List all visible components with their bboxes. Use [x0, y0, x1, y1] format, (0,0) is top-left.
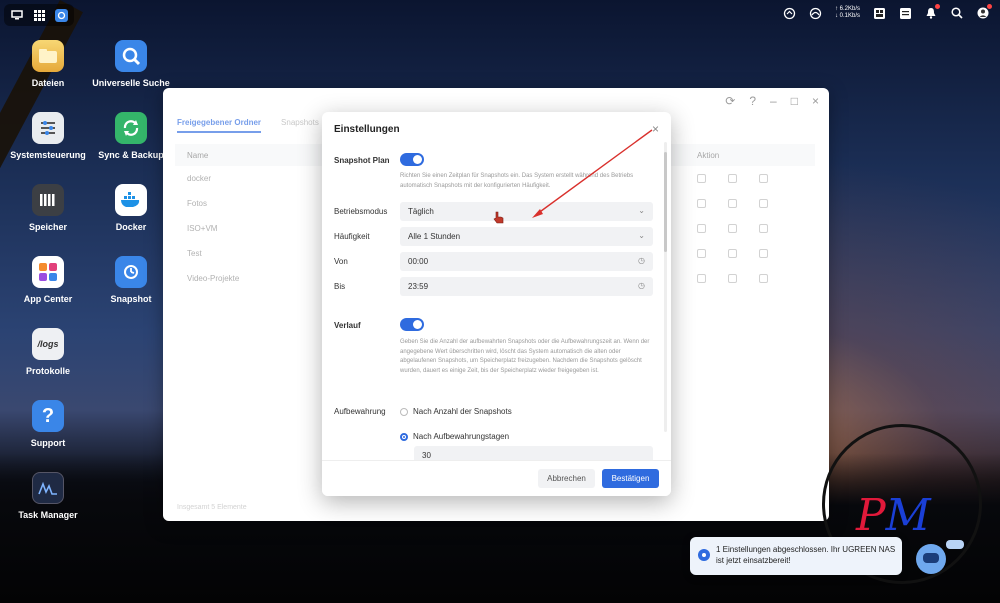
dialog-body: Snapshot Plan Richten Sie einen Zeitplan… — [334, 152, 656, 460]
network-speed: ↑ 6.2Kb/s ↓ 0.1Kb/s — [835, 6, 860, 20]
notifications-panel-icon[interactable] — [898, 6, 912, 20]
desktop-app-systemsteuerung[interactable]: Systemsteuerung — [3, 112, 93, 160]
desktop-app-label: Task Manager — [18, 510, 78, 520]
von-time-input[interactable]: 00:00 ◷ — [400, 252, 653, 271]
snapshot-plan-label: Snapshot Plan — [334, 156, 390, 165]
storage-icon — [32, 184, 64, 216]
desktop-app-label: Dateien — [31, 78, 65, 88]
haeufigkeit-value: Alle 1 Stunden — [408, 232, 461, 241]
bis-label: Bis — [334, 282, 346, 291]
bis-value: 23:59 — [408, 282, 429, 291]
sync-icon[interactable] — [783, 6, 797, 20]
desktop-app-speicher[interactable]: Speicher — [3, 184, 93, 232]
logs-icon: /logs — [32, 328, 64, 360]
betriebsmodus-value: Täglich — [408, 207, 434, 216]
bell-icon[interactable] — [924, 4, 940, 20]
von-value: 00:00 — [408, 257, 429, 266]
app-center-icon — [32, 256, 64, 288]
dialog-title: Einstellungen — [334, 124, 400, 135]
speed-up: ↑ 6.2Kb/s — [834, 6, 860, 12]
dialog-footer: Abbrechen Bestätigen — [322, 460, 671, 496]
chevron-down-icon: ⌄ — [638, 206, 645, 215]
top-bar-left — [4, 4, 74, 26]
scrollbar-thumb[interactable] — [664, 152, 667, 252]
snapshot-plan-toggle[interactable] — [400, 153, 424, 166]
snapshot-taskbar-icon[interactable] — [54, 8, 68, 22]
desktop-app-label: Systemsteuerung — [10, 150, 86, 160]
haeufigkeit-select[interactable]: Alle 1 Stunden ⌄ — [400, 227, 653, 246]
chevron-down-icon: ⌄ — [638, 231, 645, 240]
days-value: 30 — [422, 451, 431, 460]
desktop-app-label: App Center — [23, 294, 73, 304]
betriebsmodus-select[interactable]: Täglich ⌄ — [400, 202, 653, 221]
top-bar-right: ↑ 6.2Kb/s ↓ 0.1Kb/s — [783, 4, 992, 20]
radio-by-count[interactable] — [400, 408, 408, 416]
betriebsmodus-label: Betriebsmodus — [334, 207, 388, 216]
sync-backup-icon — [115, 112, 147, 144]
user-icon[interactable] — [976, 4, 992, 20]
search-icon[interactable] — [950, 6, 964, 20]
assistant-robot-icon[interactable] — [916, 544, 946, 574]
assistant-badge — [946, 540, 964, 549]
desktop-app-support[interactable]: ? Support — [3, 400, 93, 448]
dialog-scrollbar[interactable] — [664, 142, 667, 432]
bis-time-input[interactable]: 23:59 ◷ — [400, 277, 653, 296]
aufbewahrung-label: Aufbewahrung — [334, 407, 386, 416]
docker-icon — [115, 184, 147, 216]
haeufigkeit-label: Häufigkeit — [334, 232, 370, 241]
question-mark-icon: ? — [32, 400, 64, 432]
folder-icon — [32, 40, 64, 72]
desktop-app-dateien[interactable]: Dateien — [3, 40, 93, 88]
days-input[interactable]: 30 — [414, 446, 653, 460]
close-icon[interactable]: × — [652, 122, 659, 136]
task-manager-icon — [32, 472, 64, 504]
confirm-button[interactable]: Bestätigen — [602, 469, 659, 488]
toast-text: 1 Einstellungen abgeschlossen. Ihr UGREE… — [716, 545, 896, 565]
desktop-app-app-center[interactable]: App Center — [3, 256, 93, 304]
snapshot-plan-help: Richten Sie einen Zeitplan für Snapshots… — [400, 173, 634, 189]
option-count-label[interactable]: Nach Anzahl der Snapshots — [413, 407, 512, 416]
watermark-m: M — [885, 490, 931, 541]
desktop-app-protokolle[interactable]: /logs Protokolle — [3, 328, 93, 376]
cancel-button[interactable]: Abbrechen — [538, 469, 595, 488]
notification-toast[interactable]: 1 Einstellungen abgeschlossen. Ihr UGREE… — [690, 537, 902, 575]
desktop-app-label: Speicher — [28, 222, 68, 232]
network-icon[interactable] — [809, 6, 823, 20]
option-days-label[interactable]: Nach Aufbewahrungstagen — [413, 432, 509, 441]
radio-by-days[interactable] — [400, 433, 408, 441]
verlauf-help: Geben Sie die Anzahl der aufbewahrten Sn… — [400, 339, 650, 374]
clock-icon: ◷ — [638, 256, 645, 265]
clock-icon: ◷ — [638, 281, 645, 290]
snapshot-icon — [115, 256, 147, 288]
verlauf-label: Verlauf — [334, 321, 361, 330]
verlauf-toggle[interactable] — [400, 318, 424, 331]
desktop-app-label: Support — [30, 438, 66, 448]
watermark-p: P — [856, 490, 886, 541]
von-label: Von — [334, 257, 348, 266]
speed-down: ↓ 0.1Kb/s — [834, 13, 860, 19]
settings-dialog: Einstellungen × Snapshot Plan Richten Si… — [322, 112, 671, 496]
widgets-icon[interactable] — [872, 6, 886, 20]
desktop-app-label: Protokolle — [25, 366, 70, 376]
universal-search-icon — [115, 40, 147, 72]
user-badge — [987, 4, 992, 9]
desktop-app-label: Universelle Suche — [92, 78, 170, 88]
desktop-app-task-manager[interactable]: Task Manager — [3, 472, 93, 520]
support-tile-text: ? — [41, 404, 55, 427]
desktop-app-universelle-suche[interactable]: Universelle Suche — [86, 40, 176, 88]
app-grid-icon[interactable] — [32, 8, 46, 22]
logs-tile-text: /logs — [37, 339, 59, 349]
control-panel-icon — [32, 112, 64, 144]
watermark-logo: PM — [856, 490, 931, 541]
bell-badge — [935, 4, 940, 9]
desktop-icon[interactable] — [10, 8, 24, 22]
top-bar: ↑ 6.2Kb/s ↓ 0.1Kb/s — [0, 0, 1000, 30]
info-icon — [698, 549, 710, 561]
